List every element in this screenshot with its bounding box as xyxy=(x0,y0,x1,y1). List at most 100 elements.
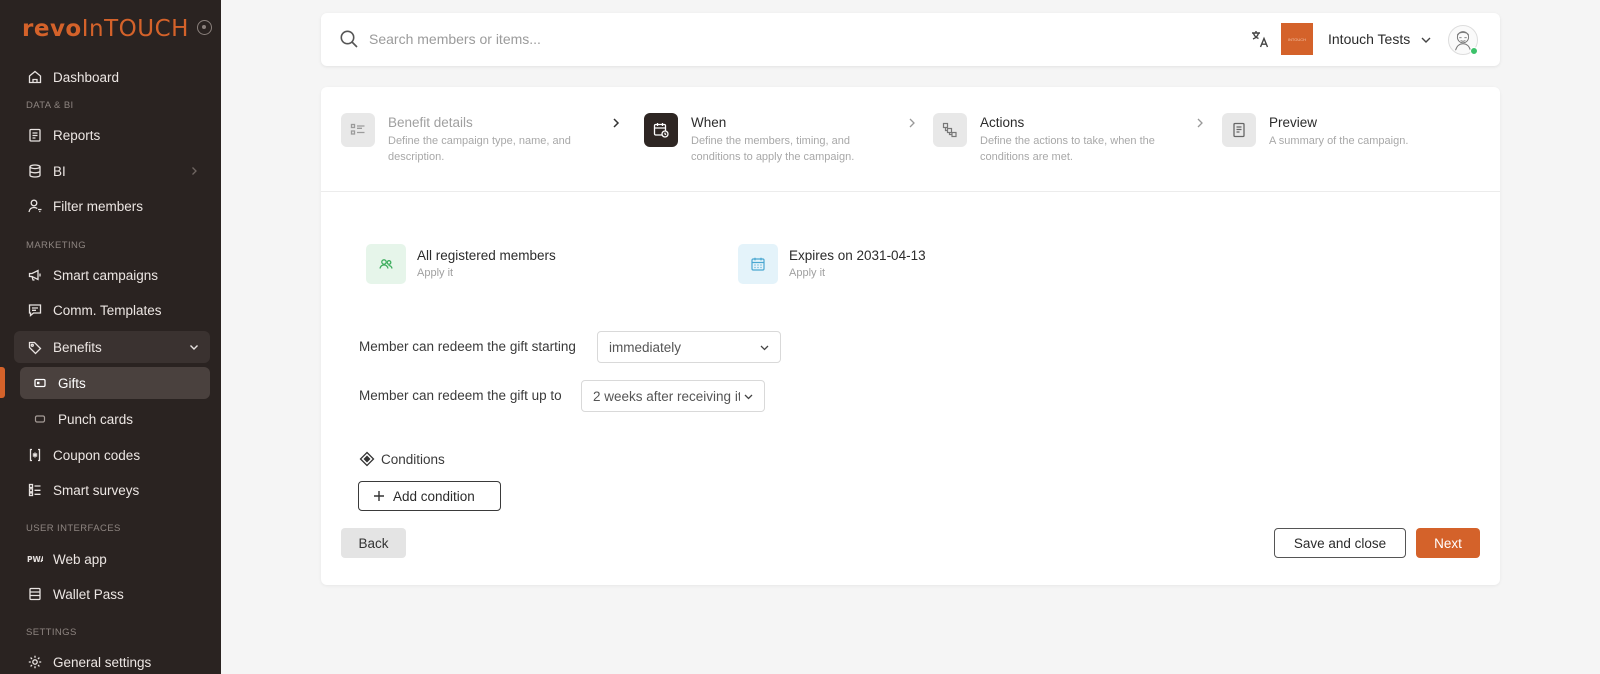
expiry-summary[interactable]: Expires on 2031-04-13 Apply it xyxy=(738,244,1038,284)
select-value: 2 weeks after receiving it xyxy=(593,388,740,404)
campaign-wizard-card: Benefit details Define the campaign type… xyxy=(321,87,1500,585)
add-condition-button[interactable]: Add condition xyxy=(358,481,501,511)
sidebar-item-reports[interactable]: Reports xyxy=(14,119,210,151)
plus-icon xyxy=(374,491,384,501)
step-title: Preview xyxy=(1269,115,1318,130)
sidebar-item-gifts[interactable]: Gifts xyxy=(20,367,210,399)
gift-card-icon xyxy=(32,375,48,391)
megaphone-icon xyxy=(27,267,43,283)
sidebar-item-label: Comm. Templates xyxy=(53,302,162,318)
sidebar-item-smart-surveys[interactable]: Smart surveys xyxy=(14,474,210,506)
step-preview[interactable]: Preview A summary of the campaign. xyxy=(1222,113,1492,169)
org-logo: INTOUCH xyxy=(1281,23,1313,55)
section-marketing: MARKETING xyxy=(26,240,87,251)
diamond-icon xyxy=(359,451,375,467)
sidebar-item-label: Dashboard xyxy=(53,69,120,85)
members-sub: Apply it xyxy=(417,267,454,279)
chevron-down-icon xyxy=(190,345,198,350)
active-indicator xyxy=(0,367,5,398)
actions-icon xyxy=(933,113,967,147)
members-icon xyxy=(366,244,406,284)
section-data-bi: DATA & BI xyxy=(26,100,74,111)
sidebar-item-bi[interactable]: BI xyxy=(14,155,210,187)
sidebar-item-comm-templates[interactable]: Comm. Templates xyxy=(14,294,210,326)
redeem-start-label: Member can redeem the gift starting xyxy=(359,339,576,354)
step-actions[interactable]: Actions Define the actions to take, when… xyxy=(933,113,1203,169)
top-header: INTOUCH Intouch Tests xyxy=(321,13,1500,66)
redeem-start-select[interactable]: immediately xyxy=(597,331,781,363)
sidebar-item-coupon-codes[interactable]: Coupon codes xyxy=(14,439,210,471)
database-icon xyxy=(27,163,43,179)
calendar-clock-icon xyxy=(644,113,678,147)
org-selector[interactable]: Intouch Tests xyxy=(1328,31,1410,47)
wizard-stepper: Benefit details Define the campaign type… xyxy=(321,87,1500,192)
sidebar-item-label: Coupon codes xyxy=(53,447,141,463)
code-brackets-icon xyxy=(27,447,43,463)
sidebar-item-label: Smart campaigns xyxy=(53,267,159,283)
avatar[interactable] xyxy=(1448,25,1478,55)
members-summary[interactable]: All registered members Apply it xyxy=(366,244,666,284)
chevron-down-icon xyxy=(743,391,754,402)
sidebar-item-web-app[interactable]: PWA Web app xyxy=(14,543,210,575)
sidebar-item-wallet-pass[interactable]: Wallet Pass xyxy=(14,578,210,610)
redeem-end-label: Member can redeem the gift up to xyxy=(359,388,562,403)
sidebar-item-label: Web app xyxy=(53,551,107,567)
svg-text:PWA: PWA xyxy=(27,555,43,564)
sidebar-item-label: BI xyxy=(53,163,66,179)
chevron-right-icon xyxy=(909,118,915,128)
back-button[interactable]: Back xyxy=(341,528,406,558)
next-button[interactable]: Next xyxy=(1416,528,1480,558)
sidebar-item-filter-members[interactable]: Filter members xyxy=(14,190,210,222)
step-description: Define the members, timing, and conditio… xyxy=(691,135,855,163)
card-icon xyxy=(32,411,48,427)
select-value: immediately xyxy=(609,339,682,355)
sidebar-item-label: Gifts xyxy=(58,375,86,391)
translate-icon[interactable] xyxy=(1249,28,1271,50)
sidebar-item-general-settings[interactable]: General settings xyxy=(14,646,210,674)
redeem-end-select[interactable]: 2 weeks after receiving it xyxy=(581,380,765,412)
online-status-dot xyxy=(1470,47,1478,55)
sidebar-item-label: Benefits xyxy=(53,339,102,355)
step-title: Actions xyxy=(980,115,1025,130)
step-when[interactable]: When Define the members, timing, and con… xyxy=(644,113,914,169)
sidebar-collapse-icon[interactable] xyxy=(197,20,212,35)
brand-logo[interactable]: revoInTOUCH xyxy=(22,16,189,42)
conditions-heading: Conditions xyxy=(359,450,445,468)
conditions-label: Conditions xyxy=(381,451,445,467)
list-icon xyxy=(341,113,375,147)
report-icon xyxy=(27,127,43,143)
sidebar-item-punch-cards[interactable]: Punch cards xyxy=(20,403,210,435)
document-icon xyxy=(1222,113,1256,147)
sidebar-item-label: Filter members xyxy=(53,198,144,214)
calendar-icon xyxy=(738,244,778,284)
step-title: Benefit details xyxy=(388,115,473,130)
save-and-close-button[interactable]: Save and close xyxy=(1274,528,1406,558)
logo-row: revoInTOUCH xyxy=(22,16,212,42)
sidebar-item-label: General settings xyxy=(53,654,152,670)
search-input[interactable] xyxy=(369,27,969,51)
home-icon xyxy=(27,69,43,85)
step-description: A summary of the campaign. xyxy=(1269,135,1409,147)
step-description: Define the campaign type, name, and desc… xyxy=(388,135,571,163)
section-settings: SETTINGS xyxy=(26,627,77,638)
sidebar: revoInTOUCH Dashboard DATA & BI Reports … xyxy=(0,0,221,674)
gear-icon xyxy=(27,654,43,670)
chevron-right-icon xyxy=(613,118,620,128)
wallet-icon xyxy=(27,586,43,602)
sidebar-item-label: Punch cards xyxy=(58,411,134,427)
tag-icon xyxy=(27,339,43,355)
sidebar-item-label: Wallet Pass xyxy=(53,586,124,602)
sidebar-item-label: Reports xyxy=(53,127,101,143)
sidebar-item-label: Smart surveys xyxy=(53,482,140,498)
sidebar-item-smart-campaigns[interactable]: Smart campaigns xyxy=(14,259,210,291)
message-icon xyxy=(27,302,43,318)
chevron-down-icon[interactable] xyxy=(1419,33,1433,47)
user-filter-icon xyxy=(27,198,43,214)
chevron-right-icon xyxy=(1197,118,1203,128)
sidebar-item-benefits[interactable]: Benefits xyxy=(14,331,210,363)
pwa-icon: PWA xyxy=(27,551,43,567)
checklist-icon xyxy=(27,482,43,498)
step-benefit-details[interactable]: Benefit details Define the campaign type… xyxy=(341,113,611,169)
sidebar-item-dashboard[interactable]: Dashboard xyxy=(14,61,210,93)
expiry-sub: Apply it xyxy=(789,267,826,279)
